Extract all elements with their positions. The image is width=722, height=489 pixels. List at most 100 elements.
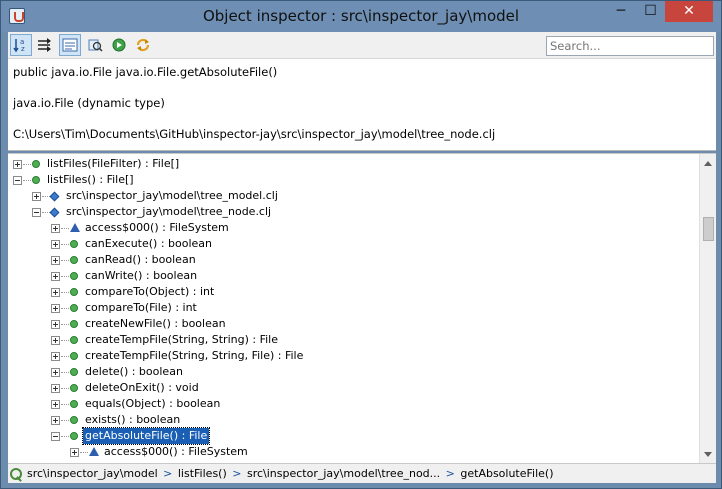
tree-connector bbox=[61, 436, 69, 437]
scroll-down-icon[interactable] bbox=[704, 452, 712, 457]
collapse-icon[interactable] bbox=[51, 432, 60, 441]
tree-row[interactable]: createTempFile(String, String, File) : F… bbox=[8, 348, 698, 364]
tree-connector bbox=[61, 356, 69, 357]
scroll-up-icon[interactable] bbox=[704, 161, 712, 166]
tree-connector bbox=[61, 324, 69, 325]
tree-row-label[interactable]: src\inspector_jay\model\tree_model.clj bbox=[66, 188, 278, 204]
expand-icon[interactable] bbox=[51, 336, 60, 345]
crumb-separator: > bbox=[445, 467, 455, 480]
tree-row[interactable]: compareTo(File) : int bbox=[8, 300, 698, 316]
tree-row-label[interactable]: listFiles(FileFilter) : File[] bbox=[47, 156, 179, 172]
tree-row[interactable]: src\inspector_jay\model\tree_model.clj bbox=[8, 188, 698, 204]
object-tree[interactable]: listFiles(FileFilter) : File[] listFiles(… bbox=[8, 153, 716, 463]
scroll-thumb[interactable] bbox=[703, 217, 714, 241]
close-button[interactable]: ✕ bbox=[665, 1, 713, 22]
field-icon bbox=[70, 223, 80, 232]
tree-row[interactable]: exists() : boolean bbox=[8, 412, 698, 428]
collapse-icon[interactable] bbox=[32, 208, 41, 217]
tree-connector bbox=[61, 292, 69, 293]
tree-row-label[interactable]: compareTo(Object) : int bbox=[85, 284, 214, 300]
tree-connector bbox=[61, 260, 69, 261]
tree-row-label[interactable]: compareTo(File) : int bbox=[85, 300, 197, 316]
reload-button[interactable] bbox=[132, 34, 154, 56]
title-bar[interactable]: Object inspector : src\inspector_jay\mod… bbox=[1, 1, 721, 32]
field-icon bbox=[89, 447, 99, 456]
expand-icon[interactable] bbox=[51, 416, 60, 425]
tree-row-label[interactable]: createTempFile(String, String, File) : F… bbox=[85, 348, 303, 364]
status-bar: src\inspector_jay\model > listFiles() > … bbox=[8, 463, 716, 483]
tree-row[interactable]: createNewFile() : boolean bbox=[8, 316, 698, 332]
breadcrumb: src\inspector_jay\model > listFiles() > … bbox=[27, 464, 554, 483]
expand-icon[interactable] bbox=[51, 400, 60, 409]
expand-icon[interactable] bbox=[51, 352, 60, 361]
filter-inherited-button[interactable] bbox=[34, 34, 56, 56]
crumb-separator: > bbox=[163, 467, 173, 480]
expand-icon[interactable] bbox=[51, 320, 60, 329]
inspect-button[interactable] bbox=[84, 34, 106, 56]
tree-row-label[interactable]: src\inspector_jay\model\tree_node.clj bbox=[66, 204, 271, 220]
expand-icon[interactable] bbox=[51, 384, 60, 393]
tree-row[interactable]: src\inspector_jay\model\tree_node.clj bbox=[8, 204, 698, 220]
tree-row-label[interactable]: createNewFile() : boolean bbox=[85, 316, 226, 332]
tree-row[interactable]: listFiles() : File[] bbox=[8, 172, 698, 188]
sort-alphabetical-icon: a z bbox=[13, 38, 25, 53]
tree-row-label[interactable]: canExecute() : boolean bbox=[85, 236, 212, 252]
tree-row-label[interactable]: access$000() : FileSystem bbox=[104, 444, 248, 460]
method-icon bbox=[70, 400, 78, 408]
tree-row[interactable]: compareTo(Object) : int bbox=[8, 284, 698, 300]
tree-row-label[interactable]: delete() : boolean bbox=[85, 364, 183, 380]
expand-icon[interactable] bbox=[51, 240, 60, 249]
expand-icon[interactable] bbox=[51, 256, 60, 265]
tree-row[interactable]: canWrite() : boolean bbox=[8, 268, 698, 284]
minimize-button[interactable]: ─ bbox=[607, 1, 635, 22]
tree-row-label[interactable]: equals(Object) : boolean bbox=[85, 396, 220, 412]
crumb-get-absolute-file[interactable]: getAbsoluteFile() bbox=[460, 467, 553, 480]
details-pane-button[interactable] bbox=[59, 34, 81, 56]
tree-row-label[interactable]: listFiles() : File[] bbox=[47, 172, 134, 188]
method-icon bbox=[70, 240, 78, 248]
tree-row[interactable]: access$000() : FileSystem bbox=[8, 444, 698, 460]
tree-row-label[interactable]: getAbsoluteFile() : File bbox=[81, 427, 211, 445]
sort-alphabetical-button[interactable]: a z bbox=[10, 34, 32, 56]
tree-row[interactable]: delete() : boolean bbox=[8, 364, 698, 380]
details-pane[interactable]: public java.io.File java.io.File.getAbso… bbox=[8, 59, 716, 151]
expand-icon[interactable] bbox=[70, 448, 79, 457]
value-text: C:\Users\Tim\Documents\GitHub\inspector-… bbox=[13, 127, 496, 141]
tree-row[interactable]: canExecute() : boolean bbox=[8, 236, 698, 252]
tree-connector bbox=[61, 388, 69, 389]
file-icon bbox=[49, 191, 60, 202]
vertical-scrollbar[interactable] bbox=[699, 154, 716, 463]
collapse-icon[interactable] bbox=[13, 176, 22, 185]
tree-row[interactable]: getAbsoluteFile() : File bbox=[8, 427, 698, 445]
tree-row-label[interactable]: canWrite() : boolean bbox=[85, 268, 197, 284]
method-icon bbox=[70, 384, 78, 392]
expand-icon[interactable] bbox=[51, 224, 60, 233]
tree-row-label[interactable]: createTempFile(String, String) : File bbox=[85, 332, 278, 348]
tree-connector bbox=[61, 372, 69, 373]
crumb-list-files[interactable]: listFiles() bbox=[178, 467, 227, 480]
tree-row[interactable]: access$000() : FileSystem bbox=[8, 220, 698, 236]
tree-row-label[interactable]: access$000() : FileSystem bbox=[85, 220, 229, 236]
tree-row[interactable]: createTempFile(String, String) : File bbox=[8, 332, 698, 348]
maximize-button[interactable]: ☐ bbox=[637, 1, 664, 22]
method-icon bbox=[70, 368, 78, 376]
crumb-root[interactable]: src\inspector_jay\model bbox=[27, 467, 158, 480]
crumb-separator: > bbox=[232, 467, 242, 480]
refresh-button[interactable] bbox=[108, 34, 130, 56]
tree-row[interactable]: deleteOnExit() : void bbox=[8, 380, 698, 396]
expand-icon[interactable] bbox=[32, 192, 41, 201]
tree-row[interactable]: listFiles(FileFilter) : File[] bbox=[8, 156, 698, 172]
method-icon bbox=[32, 176, 40, 184]
expand-icon[interactable] bbox=[51, 368, 60, 377]
expand-icon[interactable] bbox=[13, 160, 22, 169]
tree-row-label[interactable]: canRead() : boolean bbox=[85, 252, 196, 268]
tree-row[interactable]: canRead() : boolean bbox=[8, 252, 698, 268]
tree-row-label[interactable]: deleteOnExit() : void bbox=[85, 380, 199, 396]
tree-row[interactable]: equals(Object) : boolean bbox=[8, 396, 698, 412]
tree-row-label[interactable]: exists() : boolean bbox=[85, 412, 180, 428]
crumb-tree-node[interactable]: src\inspector_jay\model\tree_nod... bbox=[247, 467, 440, 480]
expand-icon[interactable] bbox=[51, 272, 60, 281]
expand-icon[interactable] bbox=[51, 304, 60, 313]
search-input[interactable] bbox=[546, 36, 714, 56]
expand-icon[interactable] bbox=[51, 288, 60, 297]
